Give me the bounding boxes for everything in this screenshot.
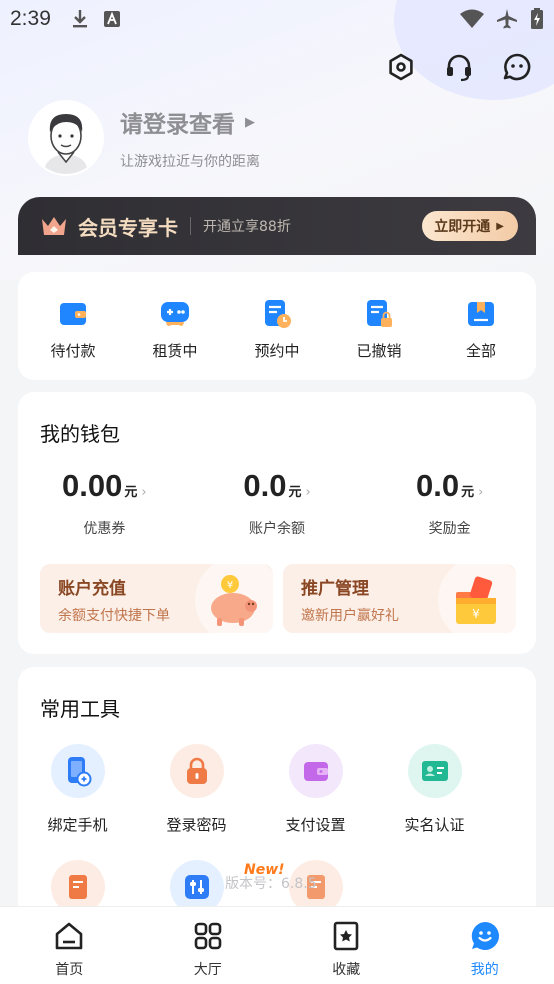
tab-label: 首页 [55,962,84,978]
chevron-right-icon: › [305,485,311,500]
tab-favorites[interactable]: 收藏 [277,907,416,984]
settings-icon[interactable] [386,52,416,82]
header-actions [386,52,532,82]
vip-button-label: 立即开通 [434,219,491,235]
stat-coupons[interactable]: 0.00 元 › 优惠券 [18,468,191,538]
crown-icon [42,217,66,235]
wifi-icon [460,9,484,28]
star-bookmark-icon [333,921,359,951]
login-subtitle: 让游戏拉近与你的距离 [120,154,260,170]
keyboard-a-icon [103,11,120,27]
svg-text:¥: ¥ [472,607,480,621]
order-cancelled[interactable]: 已撤销 [333,272,425,380]
bottom-tab-bar: 首页 大厅 收藏 我的 [0,906,554,984]
tool-payment-settings[interactable]: 支付设置 [256,744,375,835]
new-badge: New! [244,862,285,878]
login-prompt[interactable]: 请登录查看 ▶ [120,105,260,139]
order-reserved[interactable]: 预约中 [231,272,323,380]
vip-open-button[interactable]: 立即开通 ▶ [422,211,518,241]
tool-label: 登录密码 [166,816,227,834]
grid-icon [194,922,222,950]
piggy-bank-icon: ¥ [211,575,257,626]
vip-divider [190,217,191,235]
tool-login-password[interactable]: 登录密码 [137,744,256,835]
tab-home[interactable]: 首页 [0,907,139,984]
vip-title: 会员专享卡 [78,215,178,240]
order-renting[interactable]: 租赁中 [129,272,221,380]
order-label: 预约中 [254,342,300,360]
triangle-right-icon: ▶ [245,114,255,130]
recharge-promo[interactable]: 账户充值 余额支付快捷下单 ¥ [40,564,273,633]
wallet-stats: 0.00 元 › 优惠券 0.0 元 › 账户余额 0.0 元 › 奖励金 [18,468,536,538]
svg-text:¥: ¥ [227,580,233,591]
tab-mine[interactable]: 我的 [416,907,554,984]
order-all[interactable]: 全部 [435,272,527,380]
triangle-right-icon: ▶ [496,220,504,232]
gamepad-icon [161,302,189,326]
promotion-management[interactable]: 推广管理 邀新用户赢好礼 ¥ [283,564,516,633]
profile-section[interactable]: 请登录查看 ▶ 让游戏拉近与你的距离 [30,102,260,174]
gift-box-icon: ¥ [456,576,496,624]
stat-label: 账户余额 [249,521,305,537]
order-label: 已撤销 [356,342,402,360]
wallet-card-icon [60,303,86,325]
stat-rewards[interactable]: 0.0 元 › 奖励金 [363,468,536,538]
order-label: 待付款 [50,342,96,360]
stat-value: 0.0 [416,468,460,503]
stat-unit: 元 [288,485,302,500]
lock-icon [169,744,224,798]
battery-icon [531,8,543,29]
document-lock-icon [367,300,392,327]
tool-label: 实名认证 [404,816,465,834]
wallet-title: 我的钱包 [40,422,120,446]
bookmark-box-icon [468,302,494,326]
tool-label: 支付设置 [285,816,346,834]
wallet-icon [288,744,343,798]
chevron-right-icon: › [478,485,484,500]
tab-label: 我的 [470,962,499,978]
stat-unit: 元 [124,485,138,500]
stat-balance[interactable]: 0.0 元 › 账户余额 [191,468,364,538]
home-icon [55,922,83,950]
tool-real-name-verification[interactable]: 实名认证 [375,744,494,835]
wallet-card: 我的钱包 0.00 元 › 优惠券 0.0 元 › 账户余额 0.0 元 › 奖励金 账户充… [18,392,536,654]
tab-lobby[interactable]: 大厅 [139,907,278,984]
stat-unit: 元 [461,485,475,500]
status-bar: 2:39 [0,0,554,38]
message-icon[interactable] [502,52,532,82]
avatar[interactable] [30,102,102,174]
airplane-icon [497,9,517,29]
order-label: 租赁中 [152,342,198,360]
id-card-icon [407,744,462,798]
tools-card: 常用工具 绑定手机 登录密码 支付设置 实名认证 版本号：6.8.5 New! [18,667,536,927]
status-time: 2:39 [10,7,51,30]
vip-description: 开通立享88折 [203,219,291,235]
stat-label: 奖励金 [428,521,471,537]
orders-card: 待付款 租赁中 预约中 已撤销 全部 [18,272,536,380]
order-pending-payment[interactable]: 待付款 [27,272,119,380]
download-icon [72,10,87,28]
vip-banner[interactable]: 会员专享卡 开通立享88折 立即开通 ▶ [18,197,536,255]
phone-link-icon [50,744,105,798]
tab-label: 大厅 [193,962,222,978]
stat-value: 0.0 [243,468,287,503]
chevron-right-icon: › [141,485,147,500]
tools-title: 常用工具 [40,697,120,721]
stat-value: 0.00 [62,468,123,503]
tab-label: 收藏 [332,962,361,978]
tool-label: 绑定手机 [47,816,108,834]
smile-chat-icon [471,922,499,950]
order-label: 全部 [465,342,496,360]
stat-label: 优惠券 [83,521,126,537]
document-clock-icon [265,300,291,328]
tool-bind-phone[interactable]: 绑定手机 [18,744,137,835]
login-title[interactable]: 请登录查看 [120,105,235,139]
headset-icon[interactable] [444,52,474,82]
